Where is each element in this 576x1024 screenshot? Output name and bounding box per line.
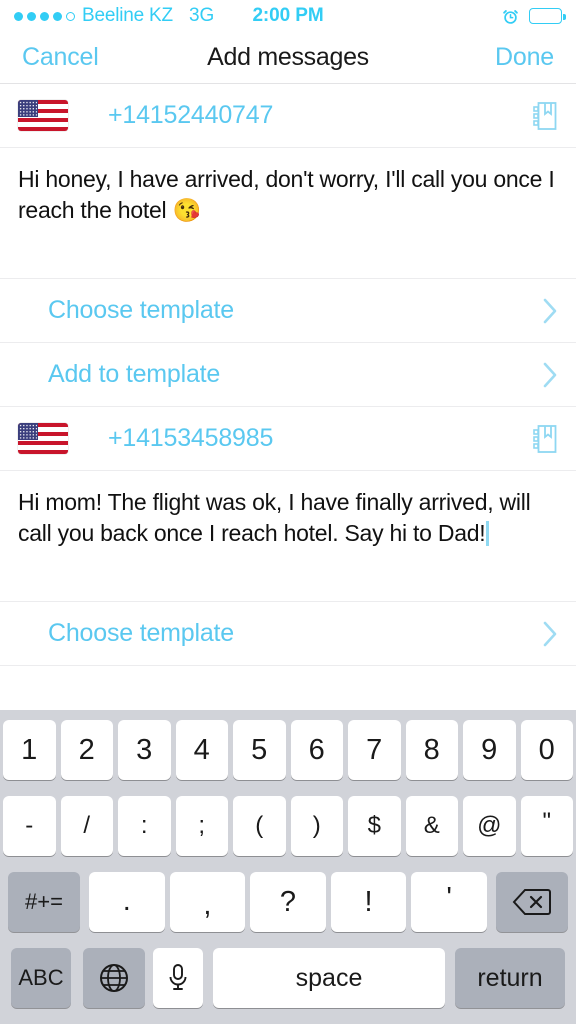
choose-template-row-1[interactable]: Choose template (0, 279, 576, 343)
key-comma[interactable]: , (169, 872, 246, 932)
key-3[interactable]: 3 (118, 720, 171, 780)
key-"[interactable]: " (520, 796, 573, 856)
key-&[interactable]: & (405, 796, 458, 856)
backspace-icon (512, 889, 551, 915)
key-exclaim[interactable]: ! (330, 872, 407, 932)
microphone-icon (169, 964, 187, 990)
key--[interactable]: - (3, 796, 56, 856)
navigation-bar: Cancel Add messages Done (0, 32, 576, 84)
key-:[interactable]: : (118, 796, 171, 856)
us-flag-icon (18, 100, 68, 131)
key-space[interactable]: space (213, 948, 445, 1008)
choose-template-label-2: Choose template (48, 619, 235, 647)
message-input-2[interactable]: Hi mom! The flight was ok, I have finall… (0, 471, 576, 602)
add-to-template-row-1[interactable]: Add to template (0, 343, 576, 407)
chevron-right-icon (543, 362, 557, 387)
keyboard-row-numbers: 1234567890 (0, 719, 576, 781)
key-1[interactable]: 1 (3, 720, 56, 780)
message-text-1[interactable]: Hi honey, I have arrived, don't worry, I… (18, 164, 558, 225)
key-return[interactable]: return (455, 948, 565, 1008)
key-dictation[interactable] (153, 948, 203, 1008)
status-bar-right (502, 8, 566, 25)
message-text-2[interactable]: Hi mom! The flight was ok, I have finall… (18, 487, 558, 548)
message-input-1[interactable]: Hi honey, I have arrived, don't worry, I… (0, 148, 576, 279)
keyboard-row-punctuation: #+= .,?! ' (0, 871, 576, 933)
choose-template-row-2[interactable]: Choose template (0, 602, 576, 666)
key-8[interactable]: 8 (405, 720, 458, 780)
onscreen-keyboard: 1234567890 - /:;() $ & @ " #+= .,?! ' ABC (0, 710, 576, 1024)
key-6[interactable]: 6 (290, 720, 343, 780)
chevron-right-icon (543, 298, 557, 323)
address-book-icon[interactable] (532, 101, 558, 131)
us-flag-icon (18, 423, 68, 454)
key-@[interactable]: @ (463, 796, 516, 856)
add-messages-screen: Beeline KZ 3G 2:00 PM Cancel Add message… (0, 0, 576, 1024)
key-question[interactable]: ? (250, 872, 326, 932)
key-0[interactable]: 0 (520, 720, 573, 780)
clock-label: 2:00 PM (252, 5, 324, 26)
recipient-row-2[interactable]: +14153458985 (0, 407, 576, 471)
key-4[interactable]: 4 (175, 720, 228, 780)
message-text-2-value: Hi mom! The flight was ok, I have finall… (18, 489, 537, 546)
key-globe[interactable] (83, 948, 145, 1008)
choose-template-label-1: Choose template (48, 296, 235, 324)
key-period[interactable]: . (89, 872, 165, 932)
key-$[interactable]: $ (348, 796, 401, 856)
key-9[interactable]: 9 (463, 720, 516, 780)
phone-number-1[interactable]: +14152440747 (108, 101, 273, 130)
add-to-template-label-1: Add to template (48, 360, 221, 388)
text-cursor (486, 520, 490, 546)
key-5[interactable]: 5 (233, 720, 286, 780)
key-([interactable]: ( (233, 796, 286, 856)
recipient-row-1[interactable]: +14152440747 (0, 84, 576, 148)
alarm-clock-icon (503, 9, 518, 24)
key-;[interactable]: ; (175, 796, 228, 856)
key-symbols-toggle[interactable]: #+= (8, 872, 80, 932)
key-)[interactable]: ) (290, 796, 343, 856)
address-book-icon[interactable] (532, 424, 558, 454)
keyboard-row-symbols: - /:;() $ & @ " (0, 795, 576, 857)
done-button[interactable]: Done (495, 43, 554, 72)
key-7[interactable]: 7 (348, 720, 401, 780)
keyboard-row-bottom: ABC space return (0, 947, 576, 1009)
globe-icon (100, 964, 128, 992)
key-apostrophe[interactable]: ' (411, 872, 487, 932)
key-2[interactable]: 2 (60, 720, 113, 780)
keyboard-punct-keys: .,?! ' (89, 872, 487, 932)
battery-icon (529, 8, 566, 24)
key-/[interactable]: / (60, 796, 113, 856)
status-bar: Beeline KZ 3G 2:00 PM (0, 0, 576, 32)
key-backspace[interactable] (496, 872, 568, 932)
phone-number-2[interactable]: +14153458985 (108, 424, 273, 453)
chevron-right-icon (543, 621, 557, 646)
key-abc[interactable]: ABC (11, 948, 71, 1008)
cancel-button[interactable]: Cancel (22, 43, 99, 72)
